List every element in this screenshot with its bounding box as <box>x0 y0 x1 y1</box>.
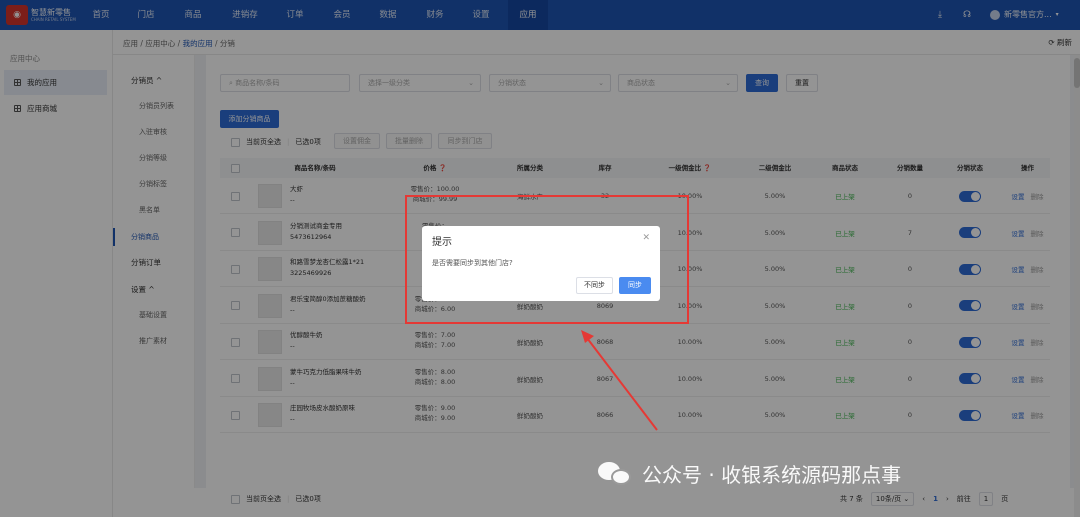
annotation-arrow <box>581 330 658 431</box>
wechat-icon <box>598 460 634 486</box>
watermark: 公众号 · 收银系统源码那点事 <box>598 456 901 490</box>
arrow-head <box>581 330 594 343</box>
arrow-line <box>586 337 658 431</box>
watermark-text: 公众号 · 收银系统源码那点事 <box>642 462 902 487</box>
